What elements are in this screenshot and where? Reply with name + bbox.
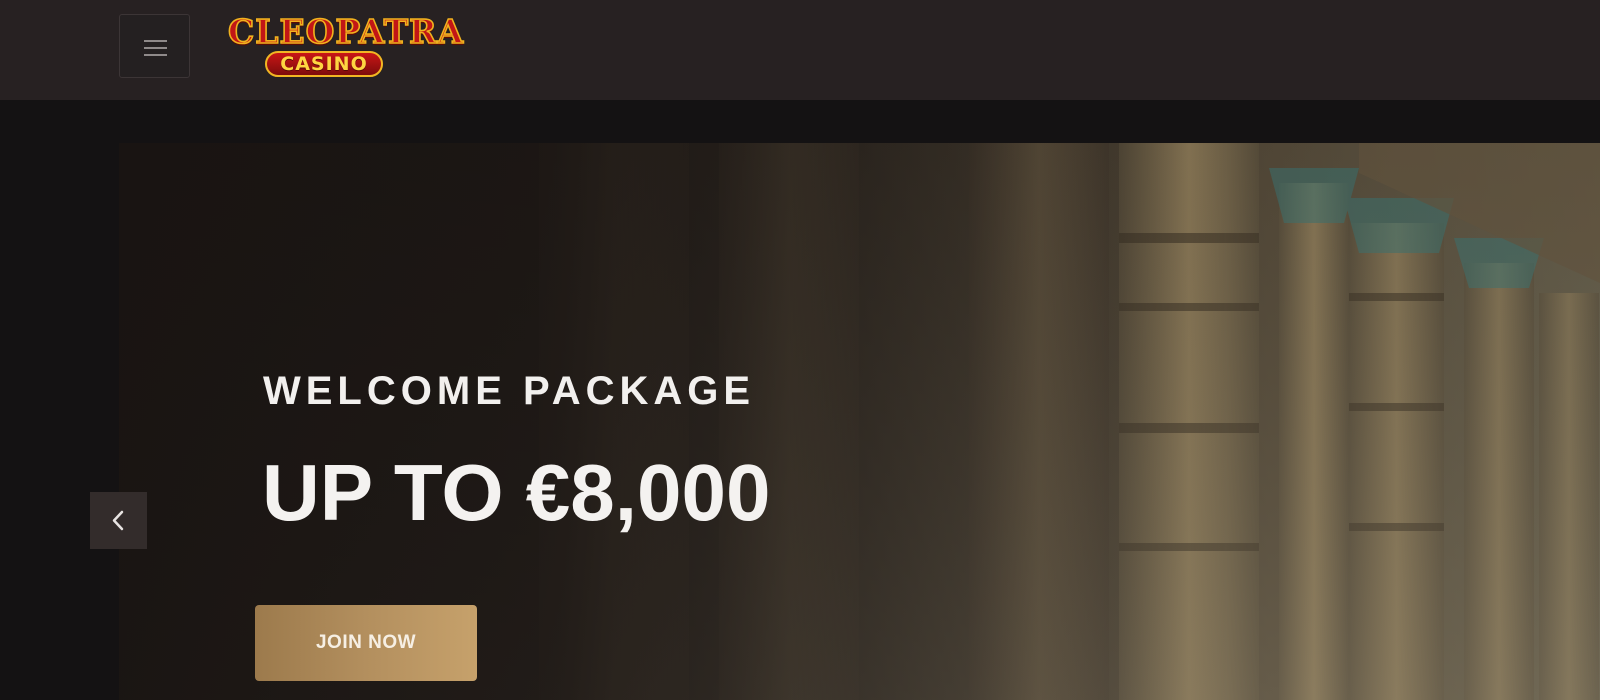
- join-now-button[interactable]: JOIN NOW: [255, 605, 477, 681]
- logo-subtitle: CASINO: [265, 51, 383, 77]
- bonus-amount-title: UP TO €8,000: [262, 448, 771, 537]
- hamburger-menu-icon: [144, 40, 167, 42]
- menu-button[interactable]: [119, 14, 190, 78]
- chevron-left-icon: [112, 510, 124, 531]
- top-navigation-bar: CLEOPATRA CASINO: [0, 0, 1600, 100]
- logo-wordmark: CLEOPATRA: [227, 11, 465, 52]
- casino-logo[interactable]: CLEOPATRA CASINO: [227, 11, 465, 80]
- hamburger-menu-icon-bar: [144, 47, 167, 49]
- welcome-package-subtitle: WELCOME PACKAGE: [263, 369, 756, 413]
- hamburger-menu-icon-bar: [144, 54, 167, 56]
- carousel-prev-button[interactable]: [90, 492, 147, 549]
